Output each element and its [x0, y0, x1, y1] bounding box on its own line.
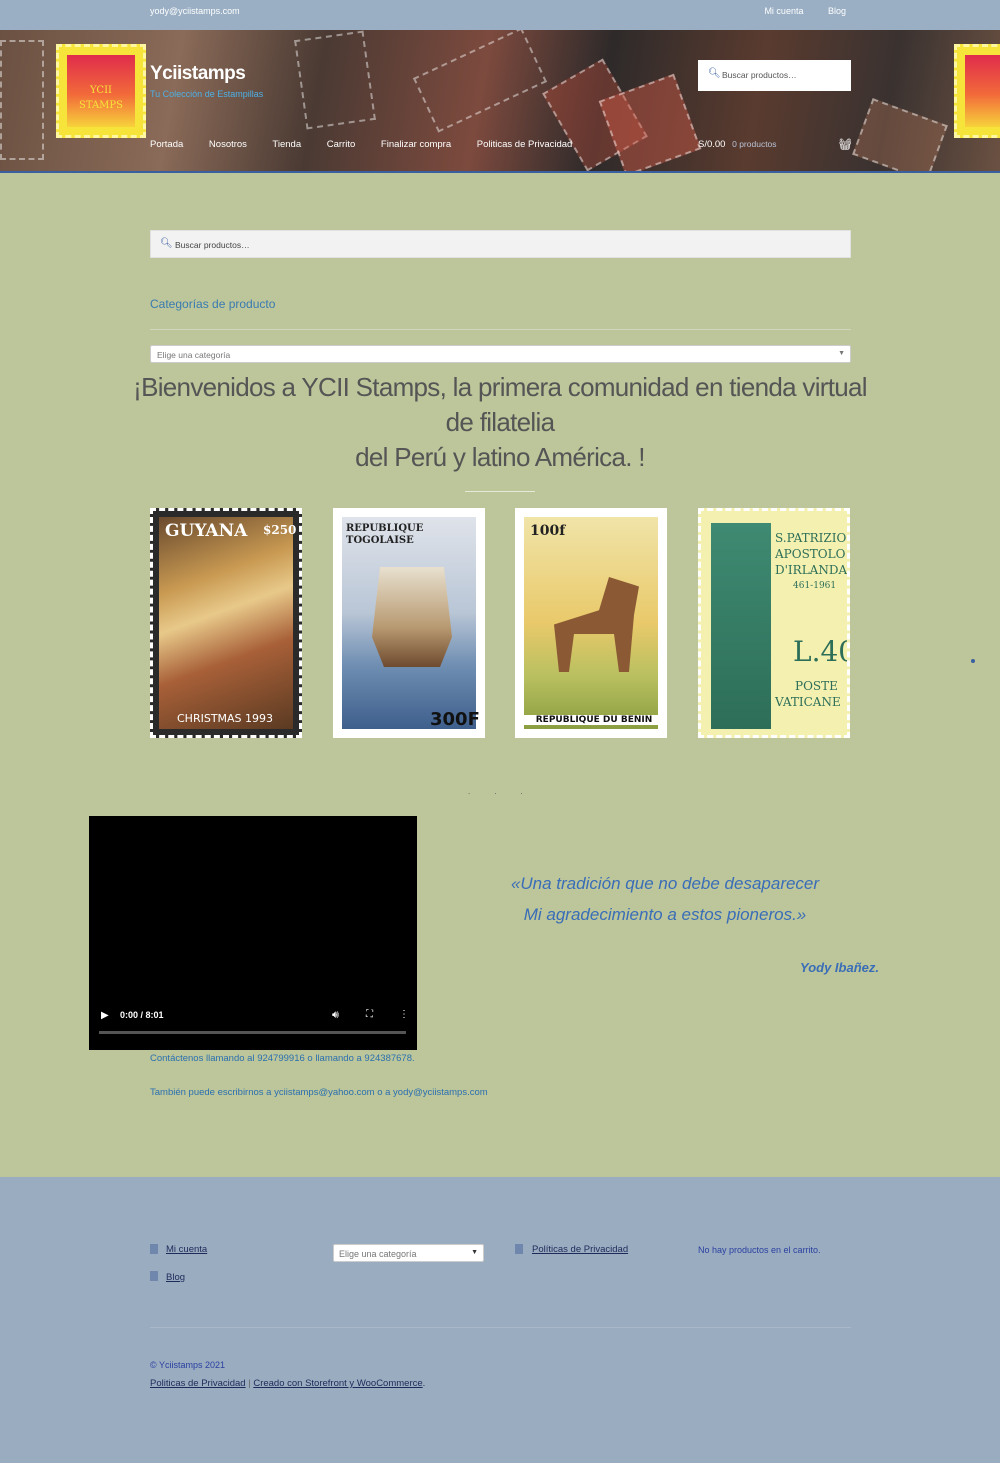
footer-category-select[interactable]: Elige una categoría ▼: [333, 1244, 484, 1262]
site-header: YCII STAMPS Yciistamps Tu Colección de E…: [0, 30, 1000, 173]
divider: [465, 491, 535, 492]
footer-link-blog[interactable]: Blog: [166, 1272, 185, 1283]
volume-icon[interactable]: 🔊︎: [332, 1009, 339, 1022]
stamp-text: TOGOLAISE: [346, 535, 414, 546]
cart-amount: S/0.00: [698, 139, 726, 150]
category-select[interactable]: Elige una categoría ▼: [150, 345, 851, 363]
stamp-text: GUYANA: [165, 521, 248, 541]
footer-link-my-account[interactable]: Mi cuenta: [166, 1244, 207, 1255]
copyright: © Yciistamps 2021: [150, 1360, 226, 1370]
logo-mark: STAMPS: [78, 100, 123, 111]
quote-line: Mi agradecimiento a estos pioneros.»: [523, 905, 807, 924]
site-logo[interactable]: YCII STAMPS: [56, 44, 146, 138]
top-link-blog[interactable]: Blog: [828, 6, 846, 16]
chevron-down-icon: ▼: [838, 350, 845, 357]
main-search-input[interactable]: 🔍︎ Buscar productos…: [150, 230, 851, 258]
stamp-text: REPUBLIQUE DU BENIN: [524, 715, 664, 725]
primary-nav: Portada Nosotros Tienda Carrito Finaliza…: [150, 139, 595, 150]
page-icon: [515, 1244, 523, 1254]
top-bar: yody@yciistamps.com Mi cuenta Blog: [0, 0, 1000, 30]
stamp-image-vaticane[interactable]: S.PATRIZIO APOSTOLO D'IRLANDA 461-1961 L…: [698, 508, 850, 738]
divider: [150, 1327, 851, 1328]
stamp-image-togolaise[interactable]: REPUBLIQUE TOGOLAISE 300F: [333, 508, 485, 738]
stamp-text: D'IRLANDA: [775, 563, 848, 577]
contact-email: yody@yciistamps.com: [150, 6, 240, 16]
header-search-placeholder: Buscar productos…: [722, 70, 797, 80]
top-link-my-account[interactable]: Mi cuenta: [764, 6, 803, 16]
site-logo-repeat: [954, 44, 1000, 138]
header-cart[interactable]: S/0.00 0 productos: [698, 139, 777, 150]
stamp-text: VATICANE: [775, 695, 841, 709]
play-icon[interactable]: ▶: [101, 1010, 109, 1021]
stamp-text: $250: [263, 523, 297, 537]
video-progress-bar[interactable]: [99, 1031, 406, 1034]
footer-credits: Politicas de Privacidad | Creado con Sto…: [150, 1378, 425, 1389]
stamp-text: 100f: [530, 523, 566, 539]
horse-illustration: [554, 577, 639, 672]
quote-line: «Una tradición que no debe desaparecer: [510, 874, 820, 893]
category-select-value: Elige una categoría: [157, 350, 231, 360]
contact-phone-text: Contáctenos llamando al 924799916 o llam…: [150, 1053, 415, 1064]
welcome-line: de filatelia: [445, 407, 555, 437]
page-icon: [150, 1244, 158, 1254]
top-links: Mi cuenta Blog: [742, 6, 846, 16]
site-title[interactable]: Yciistamps: [150, 63, 246, 85]
site-tagline: Tu Colección de Estampillas: [150, 89, 264, 99]
footer-link-privacy[interactable]: Políticas de Privacidad: [532, 1244, 628, 1255]
stamp-image-guyana[interactable]: GUYANA $250 CHRISTMAS 1993: [150, 508, 302, 738]
stamp-text: REPUBLIQUE: [346, 523, 424, 534]
search-icon: 🔍︎: [708, 68, 721, 79]
search-icon: 🔍︎: [160, 238, 173, 249]
quote: «Una tradición que no debe desaparecer M…: [430, 868, 900, 930]
stamp-text: POSTE: [795, 679, 838, 693]
nav-item-carrito[interactable]: Carrito: [327, 139, 356, 150]
saint-figure-illustration: [711, 523, 771, 729]
stamp-text: CHRISTMAS 1993: [177, 712, 274, 725]
bg-stamp-decoration: [294, 30, 376, 130]
credit-dot: .: [422, 1378, 426, 1389]
bg-stamp-decoration: [0, 40, 44, 160]
nav-item-privacidad[interactable]: Politicas de Privacidad: [477, 139, 573, 150]
welcome-line: del Perú y latino América. !: [355, 442, 645, 472]
stamp-text: 300F: [430, 709, 480, 730]
header-search-input[interactable]: 🔍︎ Buscar productos…: [698, 60, 851, 91]
bg-stamp-decoration: [412, 30, 548, 133]
stamp-text: S.PATRIZIO: [775, 531, 847, 545]
decorative-dot: [971, 659, 975, 663]
chevron-down-icon: ▼: [471, 1249, 478, 1256]
contact-email-text: También puede escribirnos a yciistamps@y…: [150, 1087, 488, 1098]
footer-category-select-value: Elige una categoría: [339, 1249, 417, 1259]
carousel-dots[interactable]: ...: [468, 787, 538, 796]
site-footer: [0, 1177, 1000, 1463]
credit-privacy-link[interactable]: Politicas de Privacidad: [150, 1378, 246, 1389]
ship-illustration: [372, 567, 452, 667]
welcome-line: ¡Bienvenidos a YCII Stamps, la primera c…: [133, 372, 867, 402]
nav-item-finalizar-compra[interactable]: Finalizar compra: [381, 139, 451, 150]
basket-icon[interactable]: 🧺︎: [838, 138, 852, 151]
logo-mark: YCII: [90, 85, 112, 96]
nav-item-nosotros[interactable]: Nosotros: [209, 139, 247, 150]
credit-built-with-link[interactable]: Creado con Storefront y WooCommerce: [253, 1378, 422, 1389]
credit-separator: |: [248, 1378, 251, 1389]
quote-author: Yody Ibañez.: [800, 960, 879, 975]
page-icon: [150, 1271, 158, 1281]
empty-cart-text: No hay productos en el carrito.: [698, 1245, 821, 1255]
nav-item-portada[interactable]: Portada: [150, 139, 183, 150]
main-search-placeholder: Buscar productos…: [175, 240, 250, 250]
stamp-text: APOSTOLO: [775, 547, 846, 561]
nav-item-tienda[interactable]: Tienda: [272, 139, 301, 150]
fullscreen-icon[interactable]: ⛶: [366, 1009, 373, 1020]
divider: [150, 329, 851, 330]
stamp-image-benin[interactable]: 100f REPUBLIQUE DU BENIN: [515, 508, 667, 738]
video-time: 0:00 / 8:01: [120, 1010, 164, 1020]
more-options-icon[interactable]: ⋮: [399, 1009, 409, 1020]
welcome-heading: ¡Bienvenidos a YCII Stamps, la primera c…: [120, 370, 880, 475]
categories-heading: Categorías de producto: [150, 297, 276, 311]
stamp-text: 461-1961: [793, 581, 837, 591]
bg-stamp-decoration: [852, 98, 948, 171]
stamp-text: L.40: [793, 635, 850, 668]
cart-count: 0 productos: [732, 139, 777, 149]
video-player[interactable]: ▶ 0:00 / 8:01 🔊︎ ⛶ ⋮: [89, 816, 417, 1050]
